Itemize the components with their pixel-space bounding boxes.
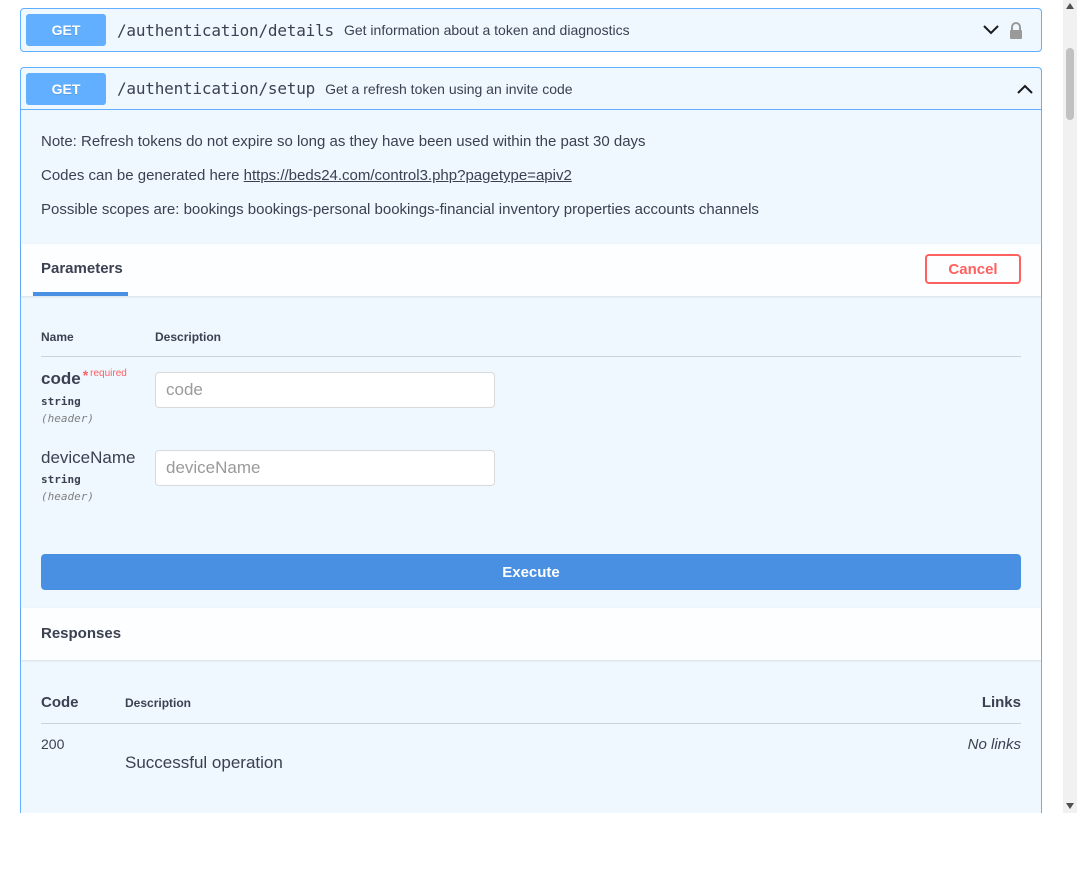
scroll-down-arrow-icon[interactable] [1066, 803, 1074, 809]
tab-parameters[interactable]: Parameters [41, 260, 123, 277]
parameters-header: Parameters Cancel [21, 244, 1041, 296]
swagger-viewport: GET /authentication/details Get informat… [0, 0, 1063, 813]
codes-prefix: Codes can be generated here [41, 167, 244, 184]
opblock-summary[interactable]: GET /authentication/setup Get a refresh … [21, 68, 1041, 110]
header-divider [41, 356, 1021, 357]
col-header-name: Name [41, 330, 74, 344]
operation-summary: Get a refresh token using an invite code [325, 80, 573, 97]
opblock-summary[interactable]: GET /authentication/details Get informat… [21, 9, 1041, 51]
responses-table: Code Description Links 200 Successful op… [21, 660, 1041, 813]
opblock-authentication-setup: GET /authentication/setup Get a refresh … [20, 67, 1042, 813]
operation-path: /authentication/details [117, 20, 334, 40]
execute-button[interactable]: Execute [41, 554, 1021, 590]
codes-link[interactable]: https://beds24.com/control3.php?pagetype… [244, 167, 572, 184]
scrollbar-thumb[interactable] [1066, 48, 1074, 120]
param-name-code: code * required [41, 367, 127, 389]
resp-col-code: Code [41, 694, 79, 711]
bottom-blank-area [0, 813, 1077, 870]
devicename-input[interactable] [155, 450, 495, 486]
method-badge: GET [26, 72, 106, 105]
cancel-button[interactable]: Cancel [925, 254, 1021, 284]
required-star: * [82, 367, 89, 383]
operation-description: Note: Refresh tokens do not expire so lo… [21, 110, 1041, 244]
response-description: Successful operation [125, 753, 283, 772]
scroll-up-arrow-icon[interactable] [1066, 3, 1074, 9]
vertical-scrollbar[interactable] [1063, 0, 1077, 813]
scopes-line: Possible scopes are: bookings bookings-p… [41, 201, 759, 218]
method-badge: GET [26, 14, 106, 46]
response-code: 200 [41, 736, 65, 752]
chevron-down-icon[interactable] [981, 22, 1001, 38]
responses-title: Responses [41, 625, 122, 642]
chevron-up-icon[interactable] [1015, 81, 1035, 97]
resp-header-divider [41, 723, 1021, 724]
col-header-description: Description [155, 330, 222, 344]
operation-summary: Get information about a token and diagno… [343, 22, 630, 38]
codes-line: Codes can be generated here https://beds… [41, 166, 1021, 185]
responses-header: Responses [21, 608, 1041, 660]
code-input[interactable] [155, 372, 495, 408]
resp-col-links: Links [981, 694, 1021, 711]
operation-path: /authentication/setup [117, 79, 316, 98]
lock-icon[interactable] [1007, 21, 1025, 41]
param-code-label: code [41, 369, 81, 388]
param-in-code: (header) [41, 412, 94, 425]
param-type-code: string [41, 395, 81, 408]
resp-col-description: Description [125, 696, 192, 710]
param-type-devicename: string [41, 473, 81, 486]
param-name-devicename: deviceName [41, 448, 136, 467]
refresh-token-note: Note: Refresh tokens do not expire so lo… [41, 133, 646, 150]
response-links: No links [967, 736, 1021, 753]
opblock-authentication-details: GET /authentication/details Get informat… [20, 8, 1042, 52]
param-in-devicename: (header) [41, 490, 94, 503]
parameters-table: Name Description code * required string (h… [21, 296, 1041, 608]
required-label: required [90, 368, 127, 379]
